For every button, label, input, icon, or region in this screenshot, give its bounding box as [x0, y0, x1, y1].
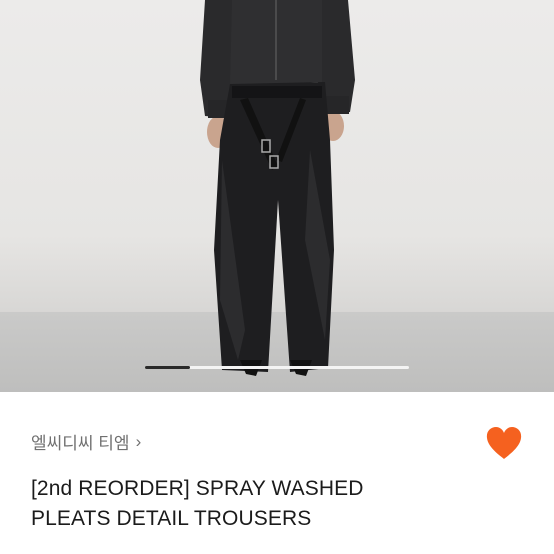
shop-name: 엘씨디씨 티엠	[31, 434, 130, 453]
image-progress-fill	[145, 366, 190, 369]
favorite-button[interactable]	[484, 424, 524, 464]
heart-icon	[486, 427, 522, 459]
shop-link[interactable]: 엘씨디씨 티엠 ›	[31, 429, 141, 454]
image-progress-bar	[145, 366, 409, 369]
model-figure	[200, 0, 355, 376]
product-title: [2nd REORDER] SPRAY WASHED PLEATS DETAIL…	[31, 474, 531, 534]
chevron-right-icon: ›	[135, 431, 142, 451]
product-image[interactable]	[0, 0, 554, 392]
product-title-line-1: [2nd REORDER] SPRAY WASHED	[31, 477, 364, 500]
product-title-line-2: PLEATS DETAIL TROUSERS	[31, 507, 312, 530]
